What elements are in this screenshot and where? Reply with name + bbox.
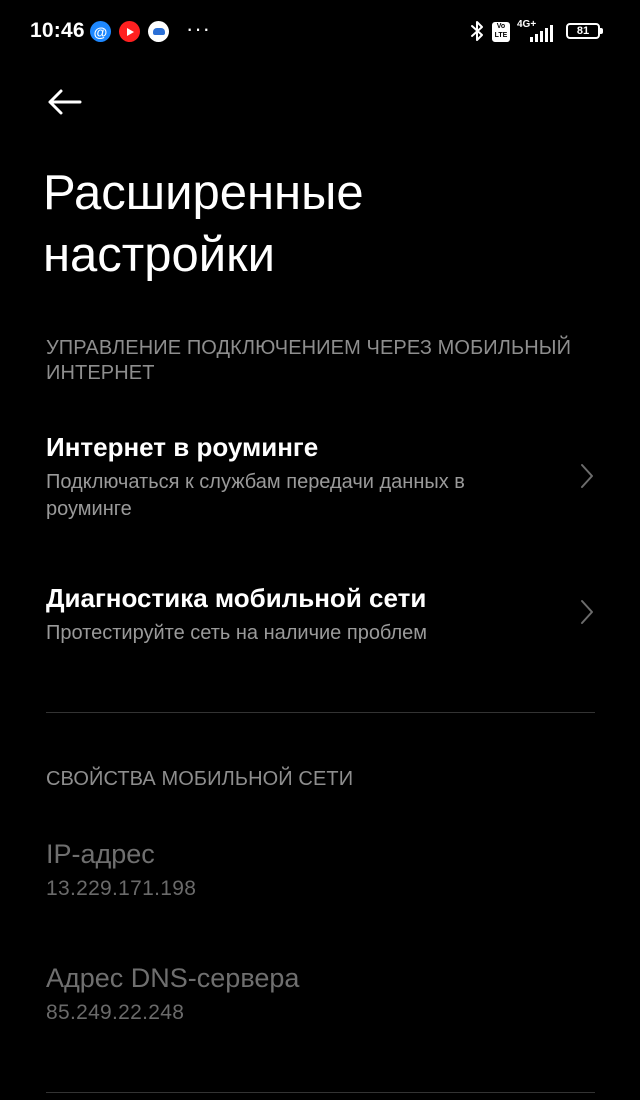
at-sign-icon: @ <box>90 21 111 42</box>
cloud-app-icon <box>148 21 169 42</box>
bluetooth-icon <box>471 21 483 41</box>
section-header-network-properties: СВОЙСТВА МОБИЛЬНОЙ СЕТИ <box>46 768 354 790</box>
section-header-mobile-data-control: УПРАВЛЕНИЕ ПОДКЛЮЧЕНИЕМ ЧЕРЕЗ МОБИЛЬНЫЙ … <box>46 337 572 384</box>
youtube-icon <box>119 21 140 42</box>
page-title: Расширенные настройки <box>43 166 364 282</box>
arrow-left-icon <box>48 89 82 115</box>
network-diagnostics-subtitle: Протестируйте сеть на наличие проблем <box>46 622 428 644</box>
divider <box>46 712 595 713</box>
battery-icon: 81 <box>566 23 603 39</box>
list-item-dns-address: Адрес DNS-сервера 85.249.22.248 <box>0 954 640 1044</box>
roaming-title: Интернет в роуминге <box>46 432 319 462</box>
ip-address-value: 13.229.171.198 <box>46 877 197 900</box>
battery-level: 81 <box>576 25 590 37</box>
status-time: 10:46 <box>30 19 85 42</box>
network-diagnostics-title: Диагностика мобильной сети <box>46 583 427 613</box>
list-item-roaming[interactable]: Интернет в роуминге Подключаться к служб… <box>0 420 640 540</box>
list-item-ip-address: IP-адрес 13.229.171.198 <box>0 830 640 920</box>
volte-icon: Vo LTE <box>492 22 510 42</box>
back-button[interactable] <box>40 80 88 124</box>
list-item-network-diagnostics[interactable]: Диагностика мобильной сети Протестируйте… <box>0 570 640 670</box>
ip-address-title: IP-адрес <box>46 839 155 869</box>
more-notifications-icon: ··· <box>186 16 211 41</box>
divider <box>46 1092 595 1093</box>
chevron-right-icon <box>581 464 593 488</box>
roaming-subtitle: Подключаться к службам передачи данных в… <box>46 471 465 520</box>
status-bar: 10:46 @ ··· Vo LTE 4G+ 81 <box>0 0 640 64</box>
signal-strength-icon <box>530 24 556 42</box>
dns-address-value: 85.249.22.248 <box>46 1001 185 1024</box>
chevron-right-icon <box>581 600 593 624</box>
dns-address-title: Адрес DNS-сервера <box>46 963 300 993</box>
